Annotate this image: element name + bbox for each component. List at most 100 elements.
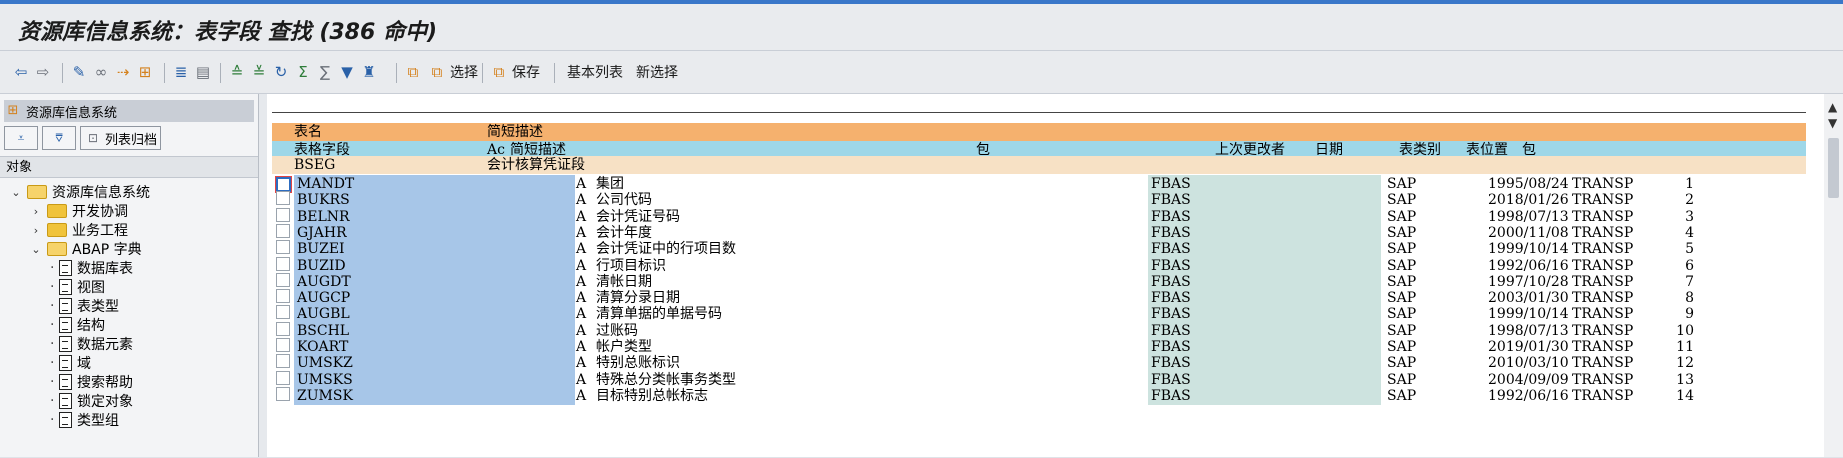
collapse-all-button[interactable]: ⩢	[42, 126, 76, 150]
description-cell: 清算分录日期	[596, 290, 680, 307]
row-checkbox[interactable]	[276, 305, 290, 320]
tree-node[interactable]: · 锁定对象	[50, 391, 133, 411]
expand-all-button[interactable]: ⩡	[4, 126, 38, 150]
details-icon[interactable]: ▤	[194, 63, 212, 81]
row-checkbox[interactable]	[276, 370, 290, 385]
tree-node[interactable]: · 搜索帮助	[50, 372, 133, 392]
table-row[interactable]: AUGBL A 清算单据的单据号码 FBAS SAP 1999/10/14 TRANSP 9	[272, 305, 1806, 324]
row-checkbox[interactable]	[276, 354, 290, 369]
row-checkbox[interactable]	[276, 177, 291, 192]
scroll-down-icon[interactable]: ▼	[1828, 116, 1837, 130]
tree-node[interactable]: · 表类型	[50, 296, 119, 316]
row-checkbox[interactable]	[276, 240, 290, 255]
table-row[interactable]: AUGDT A 清帐日期 FBAS SAP 1997/10/28 TRANSP 7	[272, 272, 1806, 291]
tree-node-label: ABAP 字典	[72, 242, 142, 258]
tree-node[interactable]: · 类型组	[50, 410, 119, 430]
back-icon[interactable]: ⇦	[12, 63, 30, 81]
row-checkbox[interactable]	[276, 289, 290, 304]
forward-icon[interactable]: ⇨	[34, 63, 52, 81]
table-row[interactable]: UMSKS A 特殊总分类帐事务类型 FBAS SAP 2004/09/09 TRANSP 1…	[272, 370, 1806, 389]
description-cell: 会计凭证中的行项目数	[596, 241, 736, 258]
table-position-cell: 1	[1685, 176, 1694, 192]
tree-node[interactable]: ⌄ 资源库信息系统	[10, 182, 150, 202]
table-row[interactable]: BSCHL A 过账码 FBAS SAP 1998/07/13 TRANSP 10	[272, 321, 1806, 340]
changed-by-cell: SAP	[1387, 257, 1417, 274]
collapse-arrow-icon[interactable]: ⌄	[10, 186, 22, 199]
row-checkbox[interactable]	[276, 207, 290, 222]
group-row[interactable]: BSEG 会计核算凭证段	[272, 156, 1806, 174]
field-name-cell: UMSKS	[294, 370, 575, 389]
layout-group: ≣ ▤	[172, 62, 212, 82]
select-label: 选择	[450, 65, 478, 81]
subtotal-icon[interactable]: ∑	[316, 63, 334, 81]
table-row[interactable]: UMSKZ A 特别总账标识 FBAS SAP 2010/03/10 TRANSP 12	[272, 354, 1806, 373]
sort-ascending-icon[interactable]: ≙	[228, 63, 246, 81]
description-cell: 会计凭证号码	[596, 208, 680, 225]
tree-node[interactable]: · 数据库表	[50, 258, 133, 278]
tree-node-label: 表类型	[77, 299, 119, 315]
date-cell: 2010/03/10	[1488, 355, 1569, 372]
collapse-arrow-icon[interactable]: ⌄	[30, 243, 42, 256]
tree-dot: ·	[50, 412, 55, 428]
sort-descending-icon[interactable]: ≚	[250, 63, 268, 81]
align-list-icon[interactable]: ≣	[172, 63, 190, 81]
row-checkbox[interactable]	[276, 321, 290, 336]
tree-node[interactable]: ⌄ ABAP 字典	[30, 239, 142, 259]
find-binoculars-icon[interactable]: ♜	[360, 63, 378, 81]
basic-list-button[interactable]: 基本列表	[567, 62, 623, 82]
table-row[interactable]: MANDT A 集团 FBAS SAP 1995/08/24 TRANSP 1	[272, 175, 1806, 193]
table-row[interactable]: ZUMSK A 目标特别总帐标志 FBAS SAP 1992/06/16 TRANSP 14	[272, 386, 1806, 405]
table-row[interactable]: BUKRS A 公司代码 FBAS SAP 2018/01/26 TRANSP 2	[272, 191, 1806, 210]
row-checkbox[interactable]	[276, 256, 290, 271]
table-row[interactable]: BUZEI A 会计凭证中的行项目数 FBAS SAP 1999/10/14 TRANSP 5	[272, 240, 1806, 259]
where-used-icon[interactable]: ⇢	[114, 63, 132, 81]
expand-arrow-icon[interactable]: ›	[30, 224, 42, 237]
panel-splitter[interactable]	[259, 94, 267, 457]
total-icon[interactable]: Σ	[294, 63, 312, 81]
table-class-cell: TRANSP	[1572, 387, 1634, 404]
row-checkbox[interactable]	[276, 191, 290, 206]
tree-node[interactable]: › 开发协调	[30, 201, 128, 221]
package-cell: FBAS	[1148, 191, 1381, 210]
hierarchy-icon[interactable]: ⊞	[136, 63, 154, 81]
table-row[interactable]: GJAHR A 会计年度 FBAS SAP 2000/11/08 TRANSP 4	[272, 223, 1806, 242]
package-cell: FBAS	[1148, 370, 1381, 389]
tree-node-label: 数据元素	[77, 337, 133, 353]
filter-icon[interactable]: ▼	[338, 63, 356, 81]
tree-node[interactable]: · 结构	[50, 315, 105, 335]
tree-node-label: 资源库信息系统	[52, 185, 150, 201]
row-checkbox[interactable]	[276, 338, 290, 352]
tree-node[interactable]: · 域	[50, 353, 91, 373]
folder-icon	[47, 242, 67, 256]
tree-node[interactable]: › 业务工程	[30, 220, 128, 240]
vertical-scrollbar[interactable]: ▲ ▼	[1824, 94, 1843, 457]
table-row[interactable]: BUZID A 行项目标识 FBAS SAP 1992/06/16 TRANSP 6	[272, 256, 1806, 275]
table-row[interactable]: AUGCP A 清算分录日期 FBAS SAP 2003/01/30 TRANSP 8	[272, 289, 1806, 308]
copy-button[interactable]: ⧉	[404, 62, 422, 82]
save-button[interactable]: ⧉ 保存	[490, 62, 540, 82]
ac-cell: A	[576, 339, 587, 355]
table-row[interactable]: KOART A 帐户类型 FBAS SAP 2019/01/30 TRANSP 11	[272, 338, 1806, 356]
display-glasses-icon[interactable]: ∞	[92, 63, 110, 81]
row-checkbox[interactable]	[276, 272, 290, 287]
row-checkbox[interactable]	[276, 386, 290, 401]
refresh-icon[interactable]: ↻	[272, 63, 290, 81]
table-row[interactable]: BELNR A 会计凭证号码 FBAS SAP 1998/07/13 TRANSP 3	[272, 207, 1806, 226]
row-checkbox[interactable]	[276, 223, 290, 238]
edit-pencil-icon[interactable]: ✎	[70, 63, 88, 81]
select-button[interactable]: ⧉ 选择	[428, 62, 478, 82]
tree-node[interactable]: · 数据元素	[50, 334, 133, 354]
list-archive-button[interactable]: ⊡ 列表归档	[80, 126, 162, 150]
scroll-thumb[interactable]	[1828, 138, 1839, 198]
table-class-cell: TRANSP	[1572, 371, 1634, 388]
tree-dot: ·	[50, 260, 55, 276]
tree-dot: ·	[50, 298, 55, 314]
document-icon	[59, 279, 72, 295]
toolbar-separator	[164, 63, 165, 83]
new-select-button[interactable]: 新选择	[636, 62, 678, 82]
tree-node[interactable]: · 视图	[50, 277, 105, 297]
field-name-cell: GJAHR	[294, 223, 575, 242]
expand-arrow-icon[interactable]: ›	[30, 205, 42, 218]
table-position-cell: 3	[1685, 208, 1694, 225]
scroll-up-icon[interactable]: ▲	[1828, 100, 1837, 114]
